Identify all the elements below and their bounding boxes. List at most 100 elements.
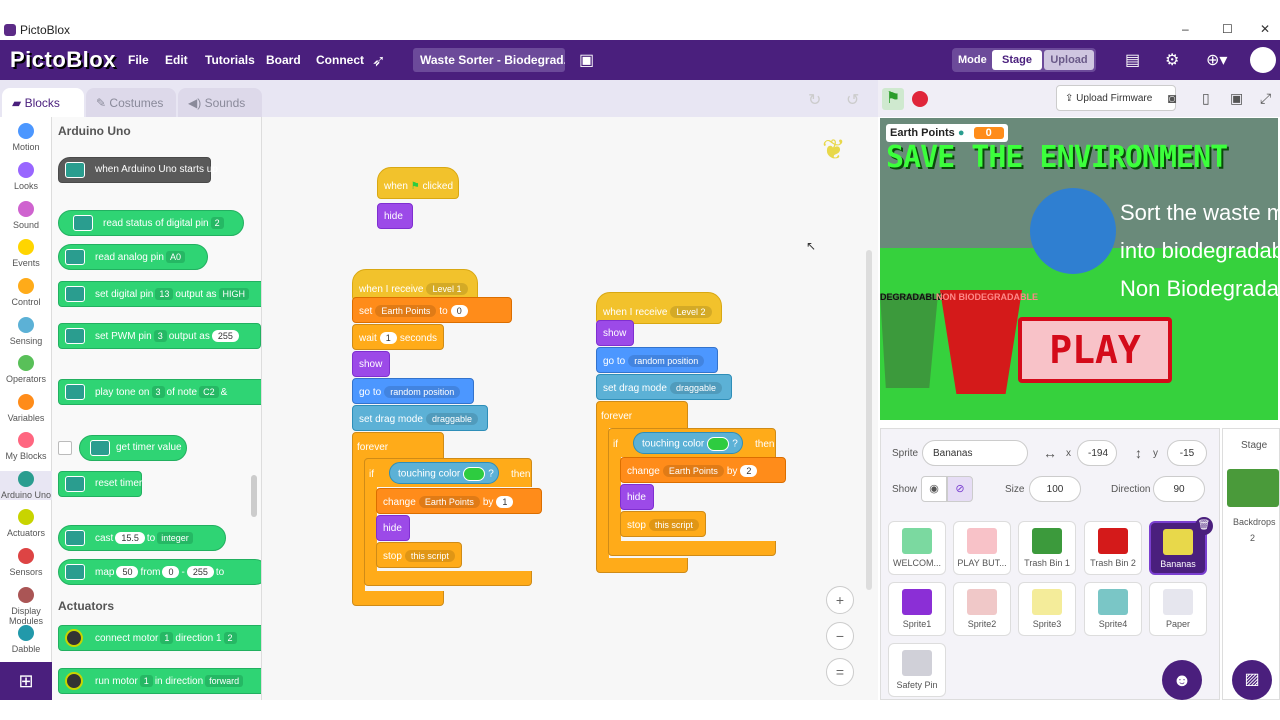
script-workspace[interactable]: when ⚑ clicked hide when I receive Level … [262, 117, 878, 700]
tab-costumes[interactable]: ✎ Costumes [86, 88, 176, 118]
stage-canvas[interactable]: SAVE THE ENVIRONMENT Sort the waste mate… [880, 118, 1278, 420]
cast-type-dropdown[interactable]: integer [157, 532, 193, 544]
mode-upload-button[interactable]: Upload [1044, 50, 1094, 70]
map-from-low-input[interactable]: 0 [162, 566, 180, 578]
block-map[interactable]: map 50 from 0-255 to [58, 559, 261, 585]
message-dropdown[interactable]: Level 2 [670, 306, 712, 318]
gear-icon[interactable]: ⚙ [1165, 50, 1179, 70]
pin-dropdown[interactable]: 13 [155, 288, 174, 300]
set-value-input[interactable]: 0 [450, 305, 468, 317]
map-from-high-input[interactable]: 255 [186, 566, 214, 578]
block-get-timer-value[interactable]: get timer value [79, 435, 187, 461]
block-touching-color[interactable]: touching color? [389, 462, 499, 484]
block-run-motor[interactable]: run motor 1 in direction forward [58, 668, 261, 694]
variable-dropdown[interactable]: Earth Points [375, 305, 437, 317]
map-value-input[interactable]: 50 [116, 566, 139, 578]
category-control[interactable]: Control [0, 278, 52, 307]
block-change-variable[interactable]: change Earth Points by 2 [620, 457, 786, 483]
block-reset-timer[interactable]: reset timer [58, 471, 142, 497]
zoom-reset-button[interactable]: = [826, 658, 854, 686]
sprite-name-input[interactable]: Bananas [922, 440, 1028, 466]
tab-blocks[interactable]: ▰ Blocks [2, 88, 84, 118]
color-swatch[interactable] [463, 467, 486, 481]
block-read-digital-pin[interactable]: read status of digital pin 2 [58, 210, 244, 236]
palette-scrollbar[interactable] [251, 475, 257, 517]
block-connect-motor[interactable]: connect motor 1 direction 12 [58, 625, 261, 651]
project-title-field[interactable]: Waste Sorter - Biodegrad... [413, 48, 565, 72]
change-value-input[interactable]: 1 [496, 496, 514, 508]
block-when-flag-clicked[interactable]: when ⚑ clicked [377, 167, 459, 199]
avatar[interactable] [1250, 47, 1276, 73]
direction-pin-dropdown[interactable]: 2 [223, 632, 237, 644]
category-my-blocks[interactable]: My Blocks [0, 432, 52, 461]
sprite-card[interactable]: PLAY BUT... [953, 521, 1011, 575]
block-hide[interactable]: hide [376, 515, 410, 541]
variable-dropdown[interactable]: Earth Points [662, 465, 724, 477]
sprite-card[interactable]: Sprite2 [953, 582, 1011, 636]
show-visible-eye-icon[interactable]: ◉ [921, 476, 947, 502]
category-sensors[interactable]: Sensors [0, 548, 52, 577]
redo-icon[interactable]: ↻ [808, 90, 821, 110]
block-cast[interactable]: cast 15.5 to integer [58, 525, 226, 551]
motor-dropdown[interactable]: 1 [139, 675, 153, 687]
menu-board[interactable]: Board [266, 53, 301, 67]
sprite-card[interactable]: Sprite3 [1018, 582, 1076, 636]
y-position-input[interactable]: -15 [1167, 440, 1207, 466]
upload-firmware-button[interactable]: ⇪ Upload Firmware [1056, 85, 1176, 111]
save-icon[interactable]: ▣ [579, 50, 594, 70]
color-swatch[interactable] [707, 437, 730, 451]
goto-dropdown[interactable]: random position [628, 355, 705, 367]
play-button-sprite[interactable]: PLAY [1018, 317, 1172, 383]
message-dropdown[interactable]: Level 1 [426, 283, 468, 295]
undo-icon[interactable]: ↺ [846, 90, 859, 110]
sprite-card[interactable]: WELCOM... [888, 521, 946, 575]
sprite-card[interactable]: Trash Bin 2 [1084, 521, 1142, 575]
sprite-card[interactable]: Paper [1149, 582, 1207, 636]
menu-edit[interactable]: Edit [165, 53, 188, 67]
category-sound[interactable]: Sound [0, 201, 52, 230]
category-looks[interactable]: Looks [0, 162, 52, 191]
category-operators[interactable]: Operators [0, 355, 52, 384]
size-input[interactable]: 100 [1029, 476, 1081, 502]
stop-dropdown[interactable]: this script [404, 550, 455, 562]
drag-mode-dropdown[interactable]: draggable [425, 413, 478, 425]
sprite-card[interactable]: Sprite1 [888, 582, 946, 636]
zoom-in-button[interactable]: + [826, 586, 854, 614]
block-show[interactable]: show [596, 320, 634, 346]
menu-connect[interactable]: Connect [316, 53, 364, 67]
category-variables[interactable]: Variables [0, 394, 52, 423]
category-events[interactable]: Events [0, 239, 52, 268]
block-when-arduino-starts[interactable]: when Arduino Uno starts up [58, 157, 218, 183]
block-wait[interactable]: wait 1 seconds [352, 324, 444, 350]
close-window-button[interactable]: ✕ [1260, 22, 1270, 36]
block-set-drag-mode[interactable]: set drag mode draggable [596, 374, 732, 400]
block-change-variable[interactable]: change Earth Points by 1 [376, 488, 542, 514]
goto-dropdown[interactable]: random position [384, 386, 461, 398]
block-stop[interactable]: stop this script [620, 511, 706, 537]
block-set-drag-mode[interactable]: set drag mode draggable [352, 405, 488, 431]
add-sprite-button[interactable]: ☻ [1162, 660, 1202, 700]
x-position-input[interactable]: -194 [1077, 440, 1117, 466]
analog-pin-dropdown[interactable]: A0 [165, 251, 185, 263]
category-arduino-uno[interactable]: Arduino Uno [0, 471, 52, 500]
maximize-button[interactable]: ☐ [1222, 22, 1233, 36]
block-play-tone[interactable]: play tone on 3 of note C2 & [58, 379, 261, 405]
add-extension-button[interactable]: ⊞ [0, 662, 52, 700]
motor-direction-dropdown[interactable]: forward [205, 675, 244, 687]
menu-file[interactable]: File [128, 53, 149, 67]
large-stage-icon[interactable]: ▣ [1230, 90, 1243, 107]
block-show[interactable]: show [352, 351, 390, 377]
stop-dropdown[interactable]: this script [648, 519, 699, 531]
feedback-icon[interactable]: ▤ [1125, 50, 1140, 70]
tone-pin-dropdown[interactable]: 3 [151, 386, 165, 398]
pwm-pin-dropdown[interactable]: 3 [153, 330, 167, 342]
small-stage-icon[interactable]: ▯ [1202, 90, 1210, 107]
camera-icon[interactable]: ◙ [1168, 90, 1176, 106]
block-read-analog-pin[interactable]: read analog pin A0 [58, 244, 208, 270]
change-value-input[interactable]: 2 [740, 465, 758, 477]
motor-dropdown[interactable]: 1 [160, 632, 174, 644]
pwm-value-input[interactable]: 255 [211, 330, 239, 342]
timer-checkbox[interactable] [58, 441, 72, 455]
drag-mode-dropdown[interactable]: draggable [669, 382, 722, 394]
workspace-scrollbar[interactable] [866, 250, 872, 590]
